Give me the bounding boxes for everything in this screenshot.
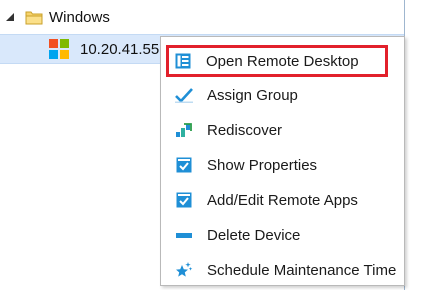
- menu-item-label: Add/Edit Remote Apps: [207, 191, 358, 209]
- tree-node-label: Windows: [49, 8, 110, 26]
- menu-item-delete-device[interactable]: Delete Device: [167, 220, 397, 250]
- menu-item-label: Open Remote Desktop: [206, 52, 359, 70]
- rediscover-icon: [175, 121, 193, 139]
- context-menu: Open Remote Desktop Assign Group Redisco…: [160, 36, 405, 286]
- tree-node-windows[interactable]: Windows: [4, 6, 110, 28]
- minus-icon: [175, 226, 193, 244]
- menu-item-add-edit-remote-apps[interactable]: Add/Edit Remote Apps: [167, 185, 397, 215]
- properties-icon: [175, 156, 193, 174]
- menu-item-show-properties[interactable]: Show Properties: [167, 150, 397, 180]
- menu-item-assign-group[interactable]: Assign Group: [167, 80, 397, 110]
- menu-item-label: Schedule Maintenance Time: [207, 261, 397, 279]
- windows-logo-icon: [48, 38, 70, 60]
- menu-item-label: Delete Device: [207, 226, 301, 244]
- menu-item-label: Show Properties: [207, 156, 318, 174]
- menu-item-label: Rediscover: [207, 121, 283, 139]
- checkmark-icon: [175, 86, 193, 104]
- menu-item-label: Assign Group: [207, 86, 298, 104]
- folder-icon: [25, 9, 43, 25]
- menu-item-rediscover[interactable]: Rediscover: [167, 115, 397, 145]
- remote-desktop-icon: [174, 52, 192, 70]
- remote-apps-icon: [175, 191, 193, 209]
- maintenance-star-icon: [175, 261, 193, 279]
- menu-item-schedule-maintenance-time[interactable]: Schedule Maintenance Time: [167, 255, 397, 285]
- collapse-triangle-icon[interactable]: [4, 11, 16, 23]
- menu-item-open-remote-desktop[interactable]: Open Remote Desktop: [166, 45, 388, 77]
- device-label: 10.20.41.55: [80, 40, 160, 58]
